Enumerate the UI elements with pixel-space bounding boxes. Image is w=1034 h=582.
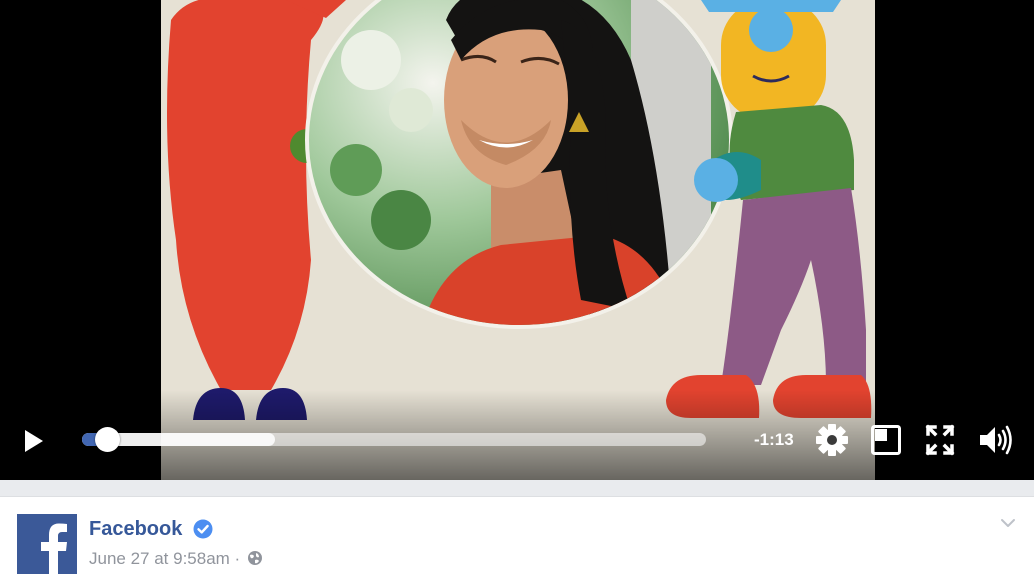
progress-scrubber-handle[interactable] xyxy=(94,427,120,452)
settings-button[interactable] xyxy=(815,423,849,457)
picture-in-picture-icon xyxy=(871,425,901,455)
page-avatar[interactable] xyxy=(17,514,77,574)
gear-icon xyxy=(816,424,848,456)
verified-badge-icon xyxy=(193,519,213,539)
play-icon xyxy=(25,430,43,452)
video-progress-bar[interactable] xyxy=(82,427,706,452)
post-header: Facebook June 27 at 9:58am · xyxy=(0,496,1034,582)
chevron-down-icon[interactable] xyxy=(1000,517,1016,529)
volume-icon xyxy=(980,425,1012,455)
facebook-logo-icon xyxy=(17,514,77,574)
post-timestamp-link[interactable]: June 27 at 9:58am xyxy=(89,549,230,568)
fullscreen-icon xyxy=(925,424,955,456)
picture-in-picture-button[interactable] xyxy=(870,424,902,456)
volume-button[interactable] xyxy=(978,424,1014,456)
fullscreen-button[interactable] xyxy=(925,424,955,456)
remaining-time: -1:13 xyxy=(754,430,794,449)
play-button[interactable] xyxy=(20,426,48,456)
page-name-link[interactable]: Facebook xyxy=(89,518,182,541)
globe-icon[interactable] xyxy=(247,550,263,566)
video-player[interactable]: -1:13 xyxy=(0,0,1034,480)
meta-separator: · xyxy=(229,549,245,568)
post-meta: June 27 at 9:58am · xyxy=(89,549,263,569)
